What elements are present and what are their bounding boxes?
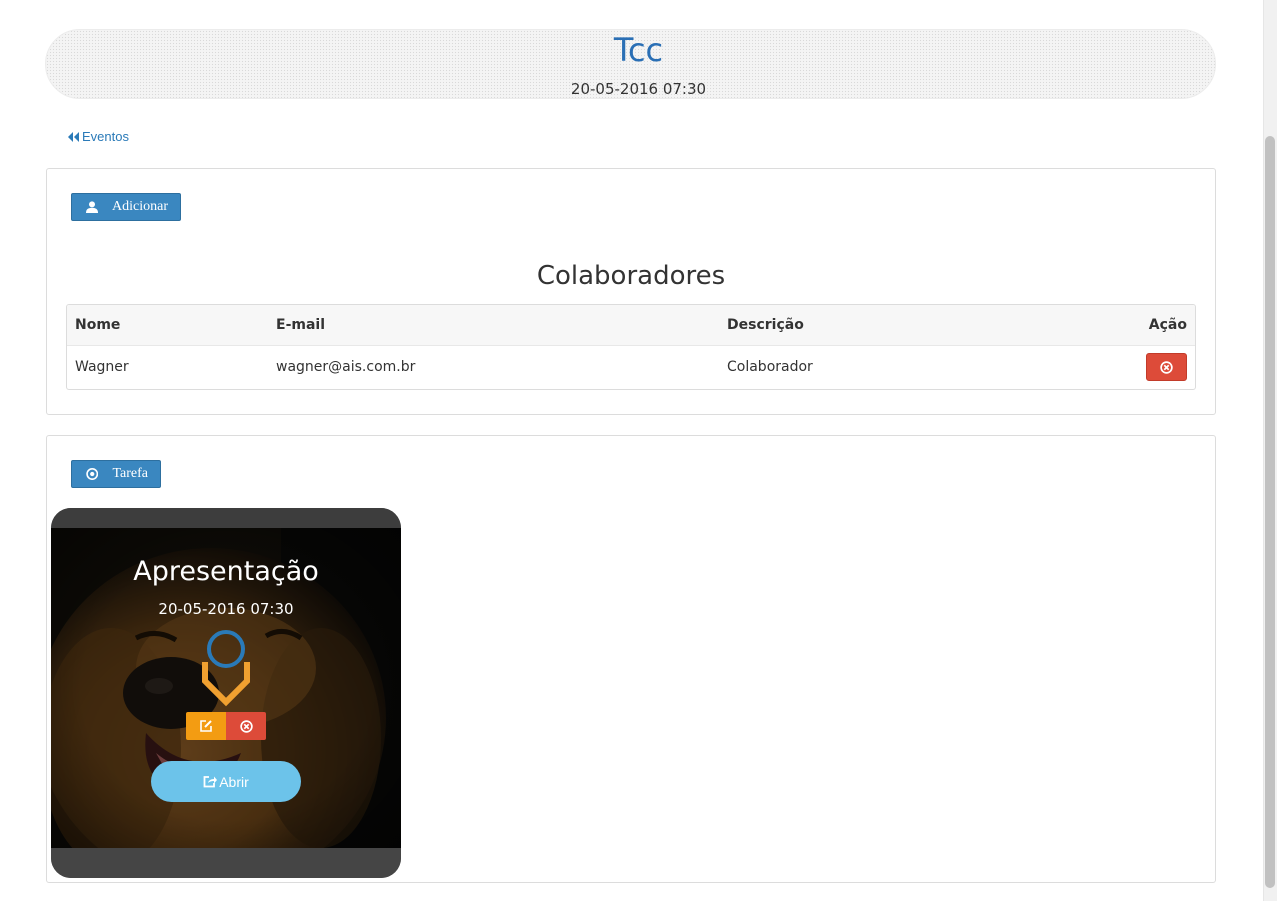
cell-nome: Wagner: [75, 359, 129, 376]
table-row: Wagner wagner@ais.com.br Colaborador: [67, 345, 1195, 389]
open-task-button[interactable]: Abrir: [151, 761, 301, 802]
tasks-panel: Tarefa Apresentação 20-05-2016 07:30 Abr…: [46, 435, 1216, 883]
card-top-bar: [51, 508, 401, 528]
open-task-label: Abrir: [219, 773, 249, 790]
collaborators-title: Colaboradores: [536, 261, 726, 291]
column-header-email: E-mail: [276, 316, 326, 333]
add-collaborator-label: Adicionar: [112, 199, 168, 214]
add-task-button[interactable]: Tarefa: [71, 460, 161, 488]
task-card: Apresentação 20-05-2016 07:30 Abrir: [51, 508, 401, 878]
cell-email: wagner@ais.com.br: [276, 359, 416, 376]
remove-circle-icon: [239, 719, 253, 733]
remove-task-button[interactable]: [226, 712, 266, 740]
user-icon: [86, 201, 99, 214]
column-header-descricao: Descrição: [727, 316, 804, 333]
cell-acao: [1135, 345, 1195, 389]
pin-marker-icon: [202, 630, 250, 707]
double-chevron-left-icon: [68, 131, 79, 142]
add-task-label: Tarefa: [112, 466, 148, 481]
share-icon: [203, 776, 218, 788]
task-action-group: [186, 712, 266, 740]
column-header-nome: Nome: [75, 316, 121, 333]
scrollbar-thumb[interactable]: [1265, 136, 1275, 888]
cell-descricao: Colaborador: [727, 359, 813, 376]
page-scrollbar[interactable]: [1263, 0, 1277, 901]
target-icon: [86, 468, 99, 480]
collaborators-panel: Adicionar Colaboradores Nome E-mail Desc…: [46, 168, 1216, 415]
edit-icon: [200, 720, 212, 732]
card-bottom-bar: [51, 848, 401, 878]
task-datetime: 20-05-2016 07:30: [158, 600, 294, 618]
column-header-acao: Ação: [1148, 316, 1187, 333]
remove-collaborator-button[interactable]: [1146, 353, 1187, 382]
back-to-events-link[interactable]: Eventos: [67, 129, 129, 144]
event-datetime: 20-05-2016 07:30: [570, 80, 707, 98]
add-collaborator-button[interactable]: Adicionar: [71, 193, 181, 221]
edit-task-button[interactable]: [186, 712, 226, 740]
event-title: Tcc: [613, 31, 664, 69]
table-header-row: Nome E-mail Descrição Ação: [67, 305, 1195, 345]
remove-circle-icon: [1160, 361, 1173, 374]
back-link-label: Eventos: [82, 129, 129, 144]
collaborators-table: Nome E-mail Descrição Ação Wagner wagner…: [66, 304, 1196, 390]
task-title: Apresentação: [133, 556, 319, 587]
